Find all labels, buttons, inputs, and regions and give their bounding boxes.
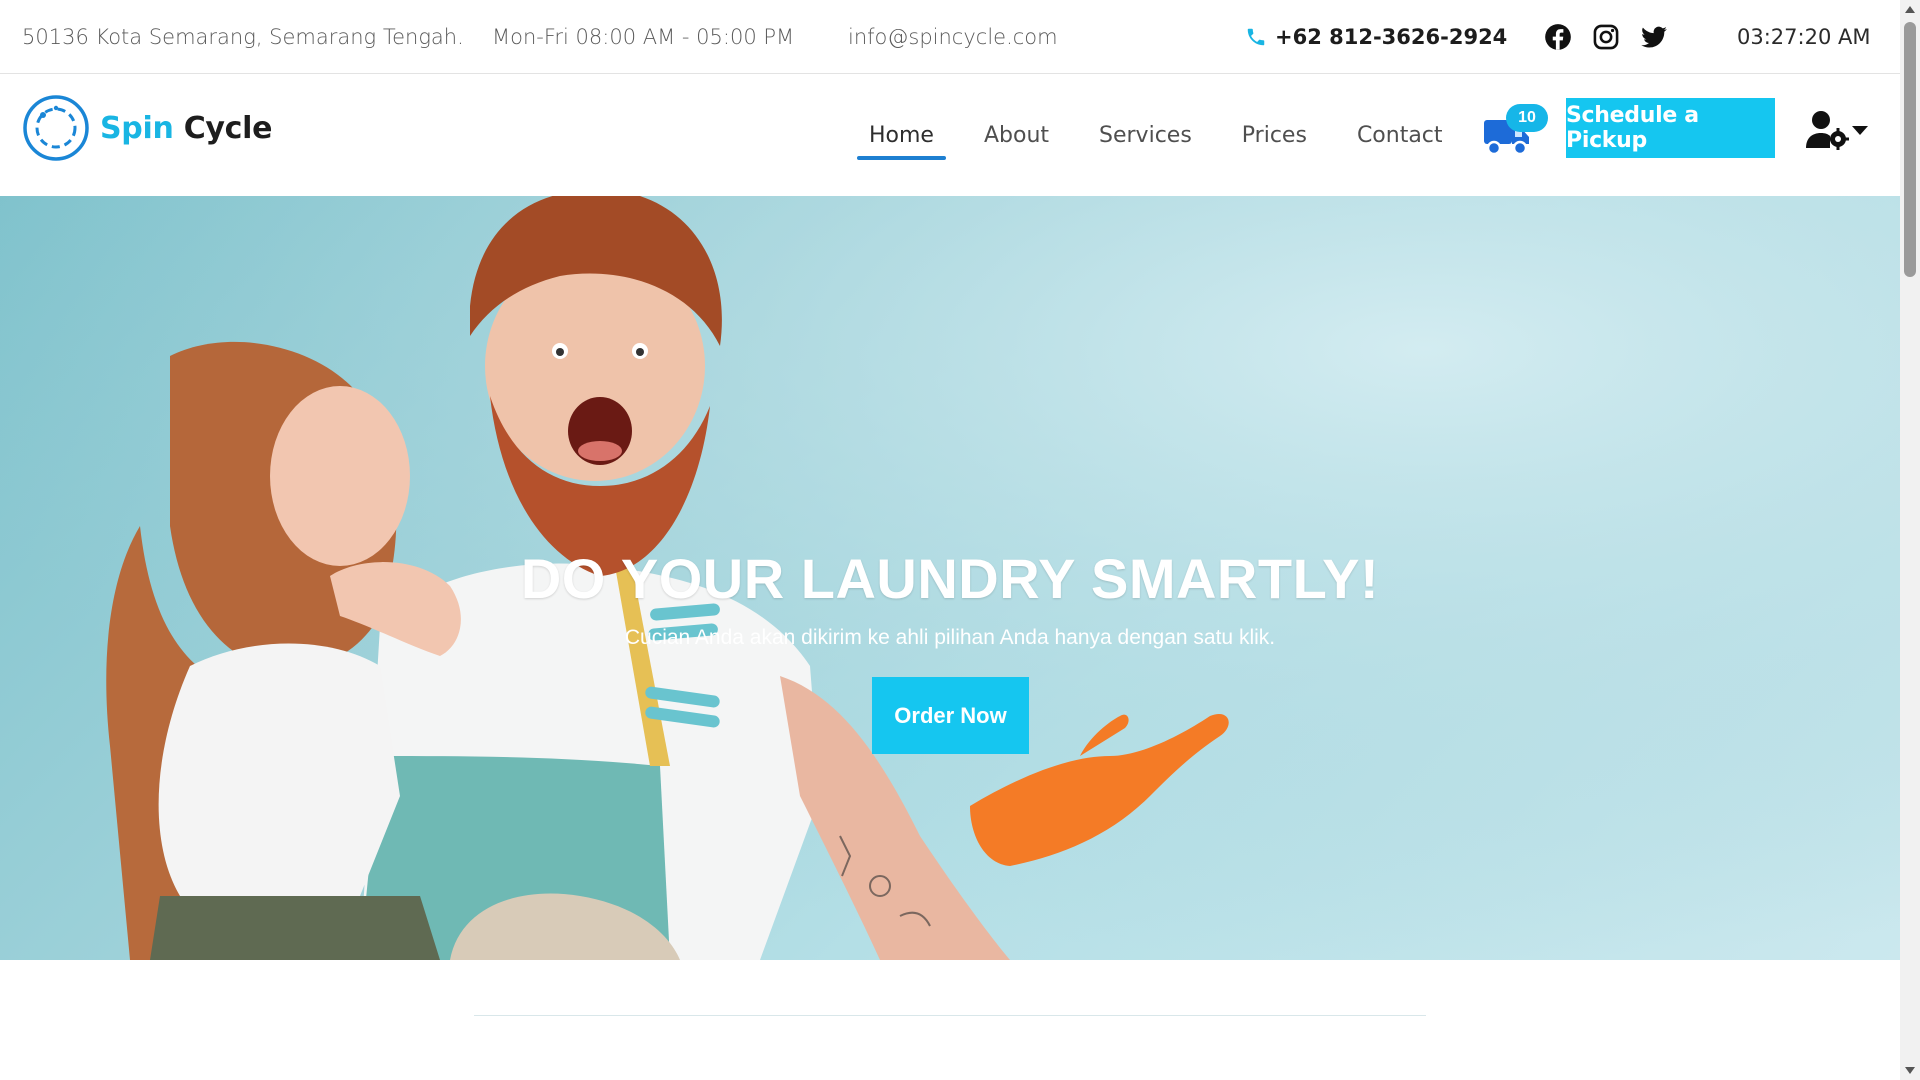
- instagram-icon[interactable]: [1592, 23, 1620, 51]
- nav-links: Home About Services Prices Contact: [857, 74, 1481, 196]
- clock-text: 03:27:20 AM: [1737, 24, 1871, 49]
- hero-title: DO YOUR LAUNDRY SMARTLY!: [520, 547, 1380, 610]
- nav-about[interactable]: About: [972, 74, 1061, 196]
- brand-logo[interactable]: Spin Cycle: [22, 94, 272, 162]
- opening-hours-text: Mon-Fri 08:00 AM - 05:00 PM: [492, 24, 795, 49]
- hero-banner: DO YOUR LAUNDRY SMARTLY! Cucian Anda aka…: [0, 196, 1900, 960]
- spin-cycle-logo-icon: [23, 95, 89, 161]
- section-divider: [474, 1015, 1426, 1016]
- main-navbar: Spin Cycle Home About Services Prices Co…: [0, 74, 1900, 196]
- hero-subtitle: Cucian Anda akan dikirim ke ahli pilihan…: [624, 626, 1276, 649]
- nav-services[interactable]: Services: [1087, 74, 1204, 196]
- top-info-bar: 50136 Kota Semarang, Semarang Tengah. Mo…: [0, 0, 1900, 74]
- address-text: 50136 Kota Semarang, Semarang Tengah.: [22, 24, 464, 49]
- nav-home[interactable]: Home: [857, 74, 946, 196]
- page-scrollbar[interactable]: [1900, 0, 1920, 1080]
- nav-contact[interactable]: Contact: [1345, 74, 1455, 196]
- scroll-up-icon[interactable]: [1905, 6, 1915, 13]
- email-link[interactable]: info@spincycle.com: [848, 25, 1058, 49]
- brand-name: Spin Cycle: [100, 111, 272, 146]
- schedule-pickup-button[interactable]: Schedule a Pickup: [1566, 98, 1775, 158]
- phone-link[interactable]: +62 812-3626-2924: [1245, 25, 1507, 49]
- phone-icon: [1247, 28, 1265, 45]
- social-links: [1544, 23, 1668, 51]
- nav-prices[interactable]: Prices: [1230, 74, 1319, 196]
- cart-button[interactable]: 10: [1484, 102, 1548, 166]
- scrollbar-thumb[interactable]: [1904, 22, 1916, 277]
- chevron-down-icon: [1852, 125, 1868, 135]
- order-now-button[interactable]: Order Now: [872, 677, 1029, 754]
- scroll-down-icon[interactable]: [1905, 1067, 1915, 1074]
- phone-number: +62 812-3626-2924: [1275, 24, 1508, 49]
- twitter-icon[interactable]: [1640, 23, 1668, 51]
- user-gear-icon: [1806, 111, 1849, 150]
- facebook-icon[interactable]: [1544, 23, 1572, 51]
- hero-content: DO YOUR LAUNDRY SMARTLY! Cucian Anda aka…: [0, 196, 1900, 960]
- page: 50136 Kota Semarang, Semarang Tengah. Mo…: [0, 0, 1920, 1080]
- brand-name-cycle: Cycle: [183, 110, 273, 146]
- user-menu-dropdown[interactable]: [1806, 110, 1868, 150]
- brand-name-spin: Spin: [100, 110, 174, 146]
- cart-count-badge: 10: [1506, 104, 1548, 132]
